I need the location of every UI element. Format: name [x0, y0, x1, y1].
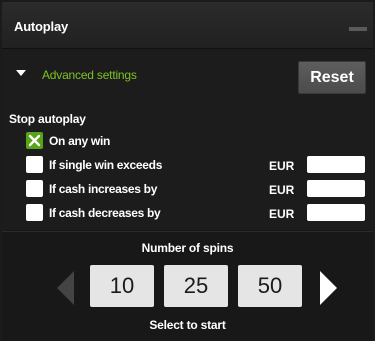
cash-decrease-currency: EUR [269, 207, 295, 221]
spin-option-button[interactable]: 10 [90, 265, 154, 307]
spin-option-button[interactable]: 50 [238, 265, 302, 307]
cash-increase-label: If cash increases by [49, 181, 158, 196]
on-any-win-checkbox[interactable] [26, 132, 43, 149]
single-win-checkbox[interactable] [26, 156, 43, 173]
checkmark-icon [28, 134, 41, 147]
single-win-row: If single win exceeds [26, 156, 162, 173]
advanced-settings-label: Advanced settings [42, 68, 137, 82]
autoplay-header: Autoplay [2, 2, 373, 49]
autoplay-title: Autoplay [14, 19, 69, 34]
minimize-icon[interactable] [349, 27, 367, 31]
cash-decrease-checkbox[interactable] [26, 204, 43, 221]
number-of-spins-section: Number of spins 10 25 50 Select to start [2, 231, 373, 340]
advanced-settings-section: Advanced settings Reset Stop autoplay On… [2, 49, 373, 230]
triangle-down-icon [16, 70, 26, 76]
on-any-win-row: On any win [26, 132, 110, 149]
cash-increase-row: If cash increases by [26, 180, 157, 197]
stop-autoplay-label: Stop autoplay [9, 112, 86, 126]
single-win-currency: EUR [269, 159, 295, 173]
cash-decrease-input[interactable] [307, 204, 365, 221]
select-to-start-hint: Select to start [149, 318, 226, 332]
arrow-right-icon[interactable] [320, 271, 337, 305]
arrow-left-icon[interactable] [57, 271, 74, 305]
spin-option-button[interactable]: 25 [164, 265, 228, 307]
number-of-spins-title: Number of spins [141, 241, 234, 255]
reset-button[interactable]: Reset [298, 61, 366, 94]
on-any-win-label: On any win [49, 133, 111, 148]
single-win-input[interactable] [307, 156, 365, 173]
cash-increase-input[interactable] [307, 180, 365, 197]
cash-decrease-row: If cash decreases by [26, 204, 161, 221]
cash-decrease-label: If cash decreases by [49, 205, 161, 220]
cash-increase-currency: EUR [269, 183, 295, 197]
single-win-label: If single win exceeds [49, 157, 163, 172]
advanced-settings-toggle[interactable]: Advanced settings [16, 68, 137, 82]
cash-increase-checkbox[interactable] [26, 180, 43, 197]
autoplay-panel: Autoplay Advanced settings Reset Stop au… [2, 2, 373, 340]
